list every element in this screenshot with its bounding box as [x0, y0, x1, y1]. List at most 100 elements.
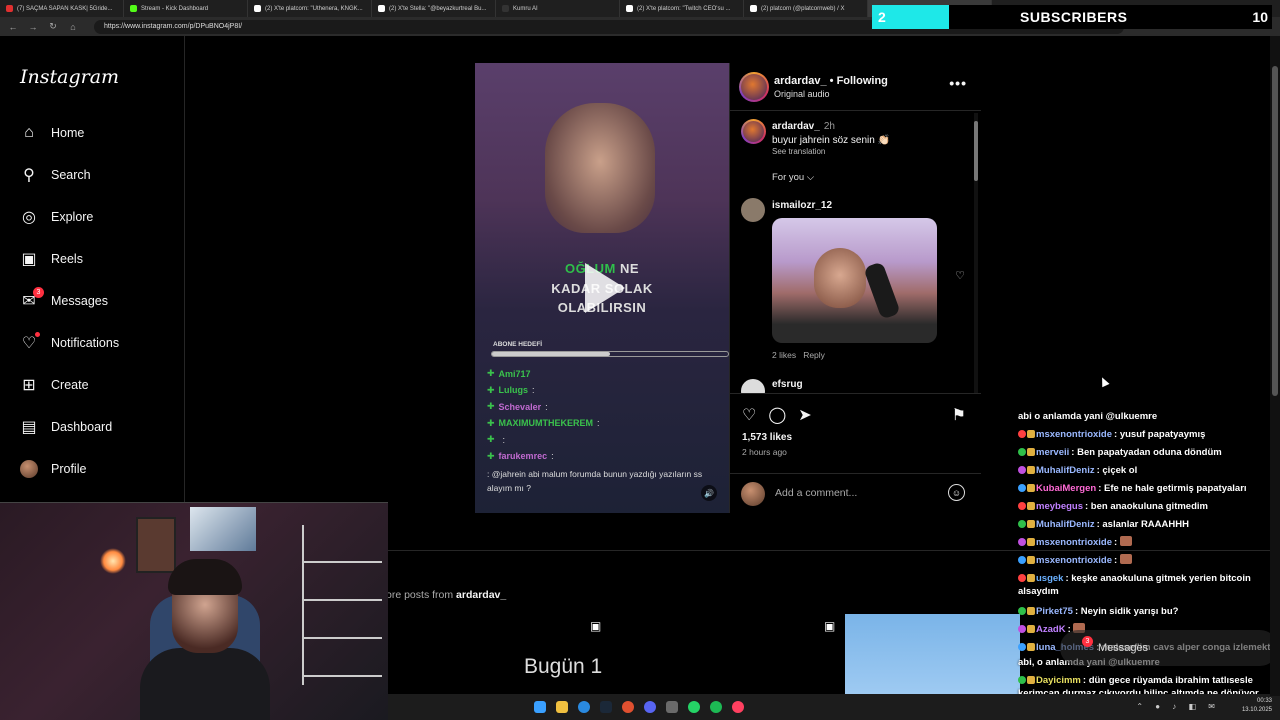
app-icon[interactable] — [666, 701, 678, 713]
discord-icon[interactable] — [644, 701, 656, 713]
edge-icon[interactable] — [578, 701, 590, 713]
post-header: ardardav_ • Following Original audio ••• — [730, 63, 981, 111]
chat-message: : — [532, 385, 535, 395]
forward-icon[interactable]: → — [28, 22, 38, 32]
spotify-icon[interactable] — [710, 701, 722, 713]
sidebar-item-create[interactable]: ⊞ Create — [20, 376, 89, 394]
sidebar-item-label: Profile — [51, 462, 87, 476]
whatsapp-icon[interactable] — [688, 701, 700, 713]
home-icon[interactable]: ⌂ — [68, 22, 78, 32]
sidebar-item-explore[interactable]: ◎ Explore — [20, 208, 93, 226]
chat-badge-icon — [1018, 466, 1026, 474]
instagram-logo[interactable]: Instagram — [20, 66, 119, 88]
chat-badge-icon — [1018, 430, 1026, 438]
more-options-icon[interactable]: ••• — [949, 75, 967, 91]
comment-image[interactable] — [772, 218, 937, 343]
sidebar-item-search[interactable]: ⚲ Search — [20, 166, 90, 184]
sub-badge-icon — [1027, 448, 1035, 456]
commenter-avatar[interactable] — [741, 379, 765, 393]
post-video[interactable]: OĞLUM NE KADAR SOLAK OLABILIRSIN ABONE H… — [475, 63, 729, 513]
comments-scroll[interactable]: ardardav_ 2h buyur jahrein söz senin 👏🏻 S… — [730, 111, 981, 394]
page-scrollbar[interactable] — [1270, 36, 1280, 696]
like-comment-icon[interactable]: ♡ — [955, 269, 965, 282]
post-tile[interactable] — [845, 614, 1020, 694]
sub-badge-icon — [1027, 556, 1035, 564]
streamer-body — [140, 648, 270, 720]
sidebar-item-messages[interactable]: ✉ 3 Messages — [20, 287, 108, 310]
goal-label: ABONE HEDEFİ — [493, 341, 543, 348]
steam-icon[interactable] — [600, 701, 612, 713]
caption-user[interactable]: ardardav_ 2h — [772, 121, 835, 132]
post-tile-text[interactable]: Bugün 1 — [524, 655, 602, 679]
comment-icon[interactable]: ◯ — [768, 405, 786, 425]
reels-icon: ▣ — [824, 619, 836, 633]
author-avatar[interactable] — [739, 72, 769, 102]
add-comment-input[interactable]: Add a comment... — [775, 487, 857, 499]
chat-username: msxenontrioxide — [1036, 555, 1113, 566]
share-icon[interactable]: ➤ — [798, 405, 811, 425]
chat-line: merveii: Ben papatyadan oduna döndüm — [1018, 446, 1222, 459]
browser-tab[interactable]: (2) X'te platcorn: "Twitch CEO'su ... — [620, 0, 744, 17]
chat-username: Lulugs — [498, 385, 529, 395]
browser-tab[interactable]: (2) platcorn (@platcornweb) / X — [744, 0, 868, 17]
see-translation-link[interactable]: See translation — [772, 147, 825, 156]
tray-icons[interactable]: ⌃ ● ♪ ◧ ✉ — [1136, 702, 1220, 711]
following-label[interactable]: • Following — [830, 75, 888, 87]
sidebar-item-notifications[interactable]: ♡ Notifications — [20, 332, 119, 352]
emote-icon — [1119, 554, 1132, 564]
sub-badge-icon — [1027, 502, 1035, 510]
reload-icon[interactable]: ↻ — [48, 21, 58, 32]
avatar — [741, 482, 765, 506]
caption-avatar[interactable] — [741, 119, 766, 144]
clock[interactable]: 00:33 13.10.2025 — [1242, 697, 1272, 715]
sidebar-item-dashboard[interactable]: ▤ Dashboard — [20, 418, 112, 436]
commenter-avatar[interactable] — [741, 198, 765, 222]
chat-line: usgek: keşke anaokuluna gitmek yerien bi… — [1018, 572, 1280, 598]
emoji-icon[interactable]: ☺ — [948, 484, 965, 501]
speaker-icon[interactable]: 🔊 — [701, 485, 717, 501]
back-icon[interactable]: ← — [8, 22, 18, 32]
browser-tab[interactable]: Stream - Kick Dashboard — [124, 0, 248, 17]
sidebar-item-label: Messages — [51, 294, 108, 308]
tab-label: Stream - Kick Dashboard — [141, 5, 209, 12]
play-icon[interactable] — [585, 263, 625, 313]
bookmark-icon[interactable]: ⚑ — [952, 405, 966, 425]
start-icon[interactable] — [534, 701, 546, 713]
sidebar-item-home[interactable]: ⌂ Home — [20, 124, 84, 142]
chat-line: msxenontrioxide: — [1018, 554, 1132, 567]
post-author[interactable]: ardardav_ • Following — [774, 75, 888, 87]
audio-link[interactable]: Original audio — [774, 89, 830, 99]
chat-username: Pirket75 — [1036, 606, 1073, 617]
badge-icon: ✚ — [487, 417, 495, 428]
comment-sort-dropdown[interactable]: For you ⌵ — [772, 172, 814, 183]
video-chat-line: ✚ MAXIMUMTHEKEREM: — [487, 418, 600, 429]
chat-username: Dayicimm — [1036, 675, 1081, 686]
browser-tab[interactable]: Kumru AI — [496, 0, 620, 17]
chat-username: MuhalifDeniz — [1036, 465, 1095, 476]
browser-tab[interactable]: (2) X'te Stella: "@beyazkurtreal Bu... — [372, 0, 496, 17]
badge-icon: ✚ — [487, 401, 495, 411]
likes-count[interactable]: 1,573 likes — [742, 432, 792, 443]
windows-taskbar: ⌃ ● ♪ ◧ ✉ 00:33 13.10.2025 — [388, 694, 1280, 720]
messages-pill[interactable]: 3 Messages — [1060, 630, 1278, 666]
favicon-icon — [626, 5, 633, 12]
comments-scrollbar[interactable] — [974, 113, 978, 393]
browser-tab[interactable]: (7) SAÇMA SAPAN KASK| 5Gride... — [0, 0, 124, 17]
app-icon[interactable] — [732, 701, 744, 713]
heart-icon[interactable]: ♡ — [742, 405, 756, 425]
more-posts-user[interactable]: ardardav_ — [456, 589, 506, 601]
favicon-icon — [6, 5, 13, 12]
sidebar-item-reels[interactable]: ▣ Reels — [20, 250, 83, 268]
brave-icon[interactable] — [622, 701, 634, 713]
sidebar-item-label: Create — [51, 378, 89, 392]
dashboard-icon: ▤ — [21, 419, 37, 436]
sidebar-item-label: Dashboard — [51, 420, 113, 434]
chat-username: merveii — [1036, 447, 1070, 458]
browser-tab[interactable]: (2) X'te platcorn: "Uthenera, KNGK... — [248, 0, 372, 17]
reply-button[interactable]: Reply — [803, 350, 825, 360]
comment-user[interactable]: ismailozr_12 — [772, 200, 832, 211]
chat-username: meybegus — [1036, 501, 1083, 512]
file-explorer-icon[interactable] — [556, 701, 568, 713]
sidebar-item-profile[interactable]: Profile — [20, 460, 86, 478]
comment-user[interactable]: efsrug — [772, 379, 803, 390]
